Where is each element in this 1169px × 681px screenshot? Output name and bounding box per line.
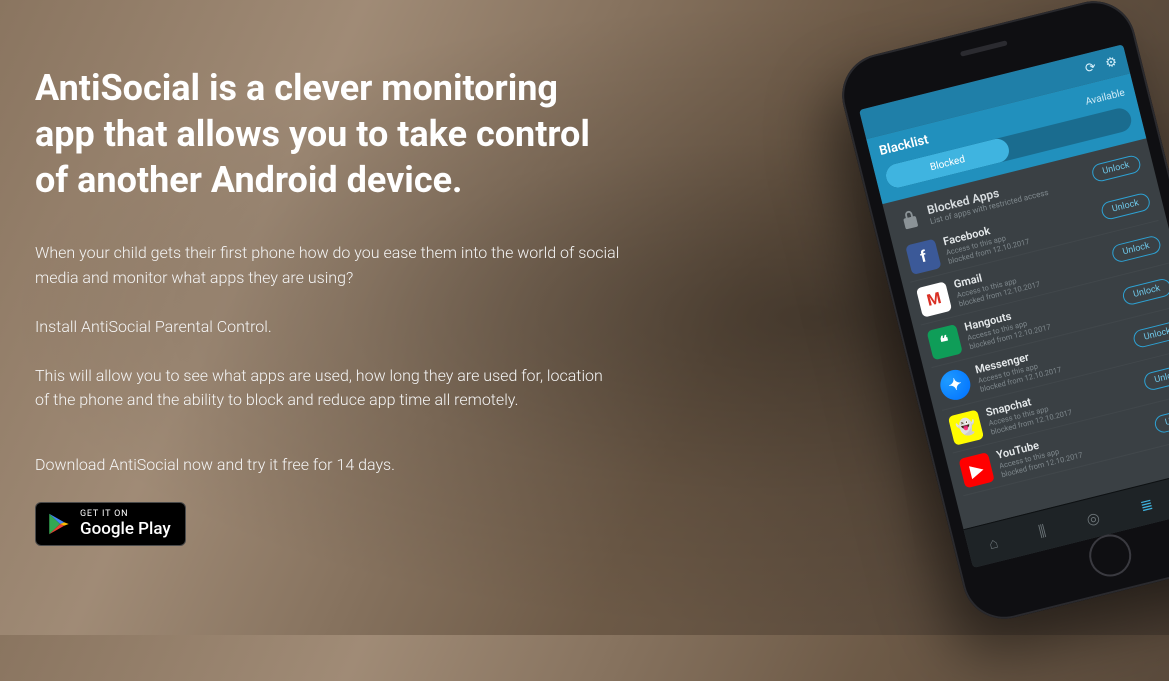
unlock-button[interactable]: Unlock [1099, 191, 1151, 220]
sync-icon[interactable]: ⟳ [1083, 59, 1097, 76]
google-play-badge[interactable]: GET IT ON Google Play [35, 502, 186, 546]
nav-home-icon[interactable]: ⌂ [987, 533, 1000, 553]
paragraph-2: Install AntiSocial Parental Control. [35, 315, 620, 340]
unlock-button[interactable]: Unlock [1131, 319, 1169, 348]
unlock-button[interactable]: Unlock [1121, 277, 1169, 306]
google-play-icon [46, 511, 72, 537]
google-play-text: GET IT ON Google Play [80, 510, 171, 538]
app-icon: ✦ [937, 366, 973, 402]
app-icon: 👻 [948, 409, 984, 445]
unlock-button[interactable]: Unlock [1152, 405, 1169, 434]
nav-location-icon[interactable]: ◎ [1084, 508, 1101, 529]
paragraph-3: This will allow you to see what apps are… [35, 364, 620, 414]
paragraph-1: When your child gets their first phone h… [35, 241, 620, 291]
google-play-line2: Google Play [80, 521, 171, 538]
nav-stats-icon[interactable]: ⫼ [1037, 521, 1048, 540]
headline: AntiSocial is a clever monitoring app th… [35, 65, 620, 203]
marketing-copy: AntiSocial is a clever monitoring app th… [0, 0, 620, 546]
lock-icon [897, 206, 924, 233]
app-icon: ❝ [926, 324, 962, 360]
google-play-line1: GET IT ON [80, 510, 171, 519]
nav-blocklist-icon[interactable]: ≣ [1138, 494, 1155, 515]
settings-icon[interactable]: ⚙ [1104, 54, 1119, 71]
app-icon: M [916, 281, 952, 317]
app-icon: f [905, 238, 941, 274]
tabs-available-label: Available [1084, 87, 1126, 107]
unlock-button[interactable]: Unlock [1142, 362, 1169, 391]
body-text: When your child gets their first phone h… [35, 241, 620, 478]
app-icon: ▶ [958, 452, 994, 488]
unlock-button[interactable]: Unlock [1110, 234, 1162, 263]
paragraph-4: Download AntiSocial now and try it free … [35, 453, 620, 478]
unlock-all-button[interactable]: Unlock [1090, 153, 1142, 182]
tabs-header: Blacklist [878, 132, 930, 159]
